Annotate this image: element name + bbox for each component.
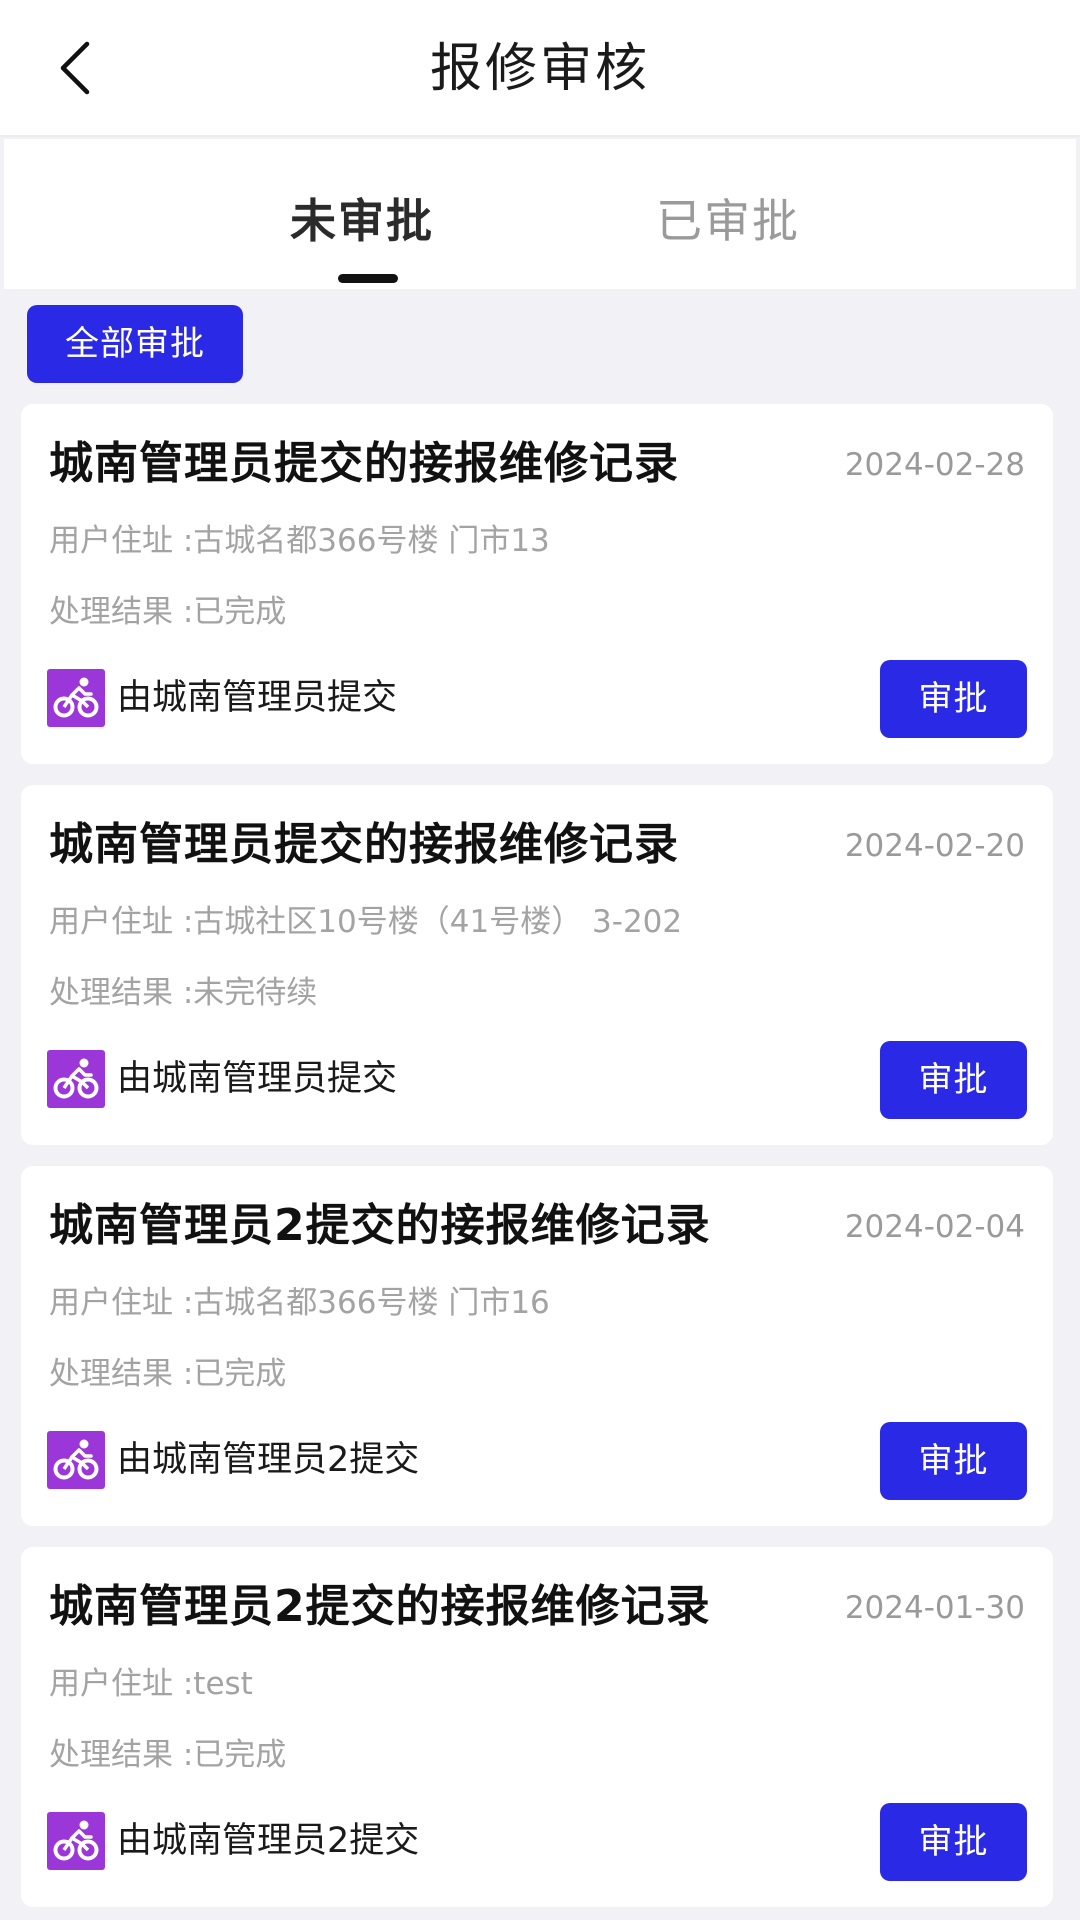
- record-address: 用户住址 :古城名都366号楼 门市16: [49, 1285, 550, 1321]
- submitter-label: 由城南管理员提交: [117, 1059, 398, 1099]
- submitter-label: 由城南管理员2提交: [117, 1440, 420, 1480]
- approve-button[interactable]: 审批: [880, 1803, 1027, 1881]
- tab-approved-label: 已审批: [656, 194, 800, 248]
- page-title: 报修审核: [429, 39, 650, 99]
- active-tab-indicator: [338, 274, 398, 283]
- record-address: 用户住址 :古城名都366号楼 门市13: [49, 523, 550, 559]
- record-address: 用户住址 :test: [49, 1666, 253, 1702]
- top-nav-bar: 报修审核: [0, 0, 1080, 137]
- record-result: 处理结果 :已完成: [49, 1737, 287, 1773]
- record-card: 城南管理员2提交的接报维修记录 2024-02-04 用户住址 :古城名都366…: [21, 1166, 1053, 1526]
- record-card: 城南管理员2提交的接报维修记录 2024-01-30 用户住址 :test 处理…: [21, 1547, 1053, 1907]
- tab-pending-label: 未审批: [290, 194, 434, 248]
- bicycle-icon: [47, 1431, 105, 1489]
- submitter-info: 由城南管理员2提交: [47, 1430, 419, 1490]
- record-date: 2024-02-28: [844, 447, 1025, 483]
- submitter-info: 由城南管理员2提交: [47, 1811, 419, 1871]
- record-date: 2024-02-04: [844, 1209, 1025, 1245]
- tab-approved[interactable]: 已审批: [578, 139, 878, 289]
- record-title: 城南管理员提交的接报维修记录: [49, 819, 679, 870]
- tab-bar: 未审批 已审批: [4, 139, 1076, 289]
- record-title: 城南管理员提交的接报维修记录: [49, 438, 679, 489]
- approve-button[interactable]: 审批: [880, 1041, 1027, 1119]
- approve-all-button[interactable]: 全部审批: [27, 305, 243, 383]
- record-result: 处理结果 :未完待续: [49, 975, 318, 1011]
- tab-pending[interactable]: 未审批: [212, 139, 512, 289]
- record-card: 城南管理员提交的接报维修记录 2024-02-28 用户住址 :古城名都366号…: [21, 404, 1053, 764]
- record-result: 处理结果 :已完成: [49, 1356, 287, 1392]
- submitter-info: 由城南管理员提交: [47, 1049, 397, 1109]
- record-result: 处理结果 :已完成: [49, 594, 287, 630]
- record-date: 2024-01-30: [844, 1590, 1025, 1626]
- submitter-label: 由城南管理员提交: [117, 678, 398, 718]
- submitter-info: 由城南管理员提交: [47, 668, 397, 728]
- submitter-label: 由城南管理员2提交: [117, 1821, 420, 1861]
- record-address: 用户住址 :古城社区10号楼（41号楼） 3-202: [49, 904, 683, 940]
- bicycle-icon: [47, 1050, 105, 1108]
- approve-button[interactable]: 审批: [880, 660, 1027, 738]
- record-date: 2024-02-20: [844, 828, 1025, 864]
- approve-button[interactable]: 审批: [880, 1422, 1027, 1500]
- record-card: 城南管理员提交的接报维修记录 2024-02-20 用户住址 :古城社区10号楼…: [21, 785, 1053, 1145]
- bicycle-icon: [47, 669, 105, 727]
- record-title: 城南管理员2提交的接报维修记录: [49, 1581, 711, 1632]
- bicycle-icon: [47, 1812, 105, 1870]
- record-title: 城南管理员2提交的接报维修记录: [49, 1200, 711, 1251]
